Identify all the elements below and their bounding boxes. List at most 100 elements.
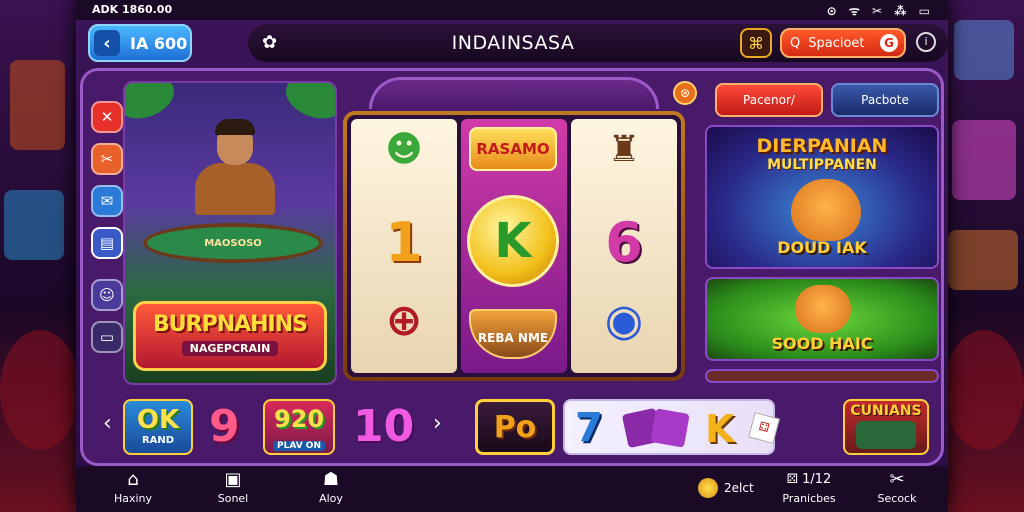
tile-cunians-title: CUNIANS [850,403,922,419]
header: ‹ IA 600 ✿ INDAINSASA ⌘ Q Spacioet G i [76,20,948,68]
reel-2: RASAMO K REBA NME [461,119,567,373]
tile-ok-title: OK [136,405,180,435]
reel-symbol-vase-icon: ♜ [607,129,641,170]
promo-count: 1/12 [802,472,832,487]
promo1-subtitle: MULTIPPANEN [767,157,877,173]
app-screen: ADK 1860.00 ⊙ ᯤ ✂ ⁂ ▭ ‹ IA 600 ✿ INDAINS… [76,0,948,512]
nav-home[interactable]: ⌂ Haxiny [98,469,168,506]
rail-button-wallet[interactable]: ▭ [91,321,123,353]
rail-button-chat[interactable]: ✉ [91,185,123,217]
info-button[interactable]: i [916,32,936,52]
status-left-text: ADK 1860.00 [92,3,173,16]
letter-k: K [705,407,735,451]
reel-symbol-bowl: REBA NME [469,309,557,359]
nav-home-label: Haxiny [113,492,153,505]
tile-920-title: 920 [273,405,325,433]
promo2-bottom-label: SOOD HAIC [771,334,873,353]
game-thumbnail-strip: ‹ OK RAND 9 920 PLAV ON 10 › Po 7 K ⚃ CU… [103,393,929,459]
coin-icon [698,478,718,498]
status-icons: ⊙ ᯤ ✂ ⁂ ▭ [826,4,934,18]
dice-icon: ⚃ [748,412,780,444]
cards-icon: ▤ [99,234,115,252]
slot-arch [369,77,659,109]
search-button[interactable]: Q Spacioet G [780,28,906,58]
game-tile-920[interactable]: 920 PLAV ON [263,399,335,455]
nav-sonel-label: Sonel [217,492,249,505]
reel-symbol-orb-icon: ◉ [604,295,644,346]
chat-icon: ✉ [100,192,114,210]
reel-3: ♜ 6 ◉ [571,119,677,373]
search-icon: Q [790,35,801,51]
red-action-button[interactable]: Pacenor/ [715,83,823,117]
user-icon: ☺ [99,286,115,304]
search-button-label: Spacioet [808,35,865,51]
game-tile-ok[interactable]: OK RAND [123,399,193,455]
cross-icon: ✕ [100,108,114,126]
slot-machine[interactable]: ☻ 1 ⊕ RASAMO K REBA NME ♜ 6 ◉ [343,111,685,381]
rail-button-close[interactable]: ✕ [91,101,123,133]
blue-action-button[interactable]: Pacbote [831,83,939,117]
banner-subtitle: NAGEPCRAIN [181,341,279,356]
card-icon [650,408,690,448]
tools-icon: ✂ [889,469,905,490]
rail-button-tools[interactable]: ✂ [91,143,123,175]
grid-menu-button[interactable]: ⌘ [740,28,772,58]
rail-button-cards[interactable]: ▤ [91,227,123,259]
number-ten[interactable]: 10 [353,401,414,452]
coin-balance: 2elct [724,481,754,495]
reel-symbol-k-coin: K [467,195,559,287]
number-seven: 7 [575,405,603,451]
reel-symbol-one: 1 [385,211,423,274]
promo-card-tiger-multiplier[interactable]: DIERPANIAN MULTIPPANEN DOUD IAK [705,125,939,269]
person-icon: ☗ [322,469,340,490]
poker-table: MAOSOSO [143,223,323,263]
scissors-icon: ✂ [100,150,114,168]
promo-card-tiger-green[interactable]: SOOD HAIC [705,277,939,361]
game-tile-cards[interactable]: 7 K ⚃ [563,399,780,455]
nav-search[interactable]: ✂ Secock [862,469,932,506]
game-lobby-frame: ✕ ✂ ✉ ▤ ☺ ▭ MAOSOSO BURPNAHINS NAGEPCRAI… [80,68,944,466]
nav-promotions[interactable]: ⚄ 1/12 Pranicbes [772,470,846,505]
nav-promotions-label: Pranicbes [782,492,836,505]
promo-card-partial[interactable] [705,369,939,383]
back-button-label: IA 600 [130,33,188,53]
tile-po-title: Po [493,410,537,445]
nav-sonel[interactable]: ▣ Sonel [198,470,268,506]
number-nine[interactable]: 9 [209,401,240,452]
nav-alay[interactable]: ☗ Aloy [296,469,366,506]
rail-button-user[interactable]: ☺ [91,279,123,311]
dealer-illustration [195,119,275,215]
table-label: MAOSOSO [204,238,262,249]
chevron-right-icon[interactable]: › [433,411,442,436]
home-icon: ⌂ [127,469,139,490]
characters-illustration [856,421,916,449]
nav-coins[interactable]: 2elct [698,478,754,498]
rasamo-badge: RASAMO [469,127,557,171]
game-tile-cunians[interactable]: CUNIANS [843,399,929,455]
reel-symbol-six: 6 [605,211,643,274]
reel-symbol-chest-icon: ⊕ [385,295,423,346]
poker-table-game-card[interactable]: MAOSOSO BURPNAHINS NAGEPCRAIN [123,81,337,385]
search-go-icon: G [880,34,898,52]
tiger-icon [791,179,861,241]
tile-920-sub: PLAV ON [273,441,325,451]
background-right [944,0,1024,512]
game-tile-po[interactable]: Po [475,399,555,455]
tiger-icon [795,285,851,333]
reel-symbol-bear-icon: ☻ [385,129,423,170]
status-bar: ADK 1860.00 ⊙ ᯤ ✂ ⁂ ▭ [76,0,948,20]
wallet-icon: ▭ [99,328,115,346]
chevron-left-icon: ‹ [94,30,120,56]
title-bar: ✿ INDAINSASA ⌘ Q Spacioet G i [248,24,948,62]
coin-badge-icon[interactable]: ⊛ [673,81,697,105]
nav-alay-label: Aloy [319,492,343,505]
left-icon-rail: ✕ ✂ ✉ ▤ ☺ ▭ [91,101,127,363]
game-banner: BURPNAHINS NAGEPCRAIN [133,301,327,371]
back-button[interactable]: ‹ IA 600 [88,24,192,62]
bottom-navigation: ⌂ Haxiny ▣ Sonel ☗ Aloy 2elct ⚄ 1/12 Pra… [76,466,948,512]
palm-leaf-left [125,83,181,127]
slot-reels: ☻ 1 ⊕ RASAMO K REBA NME ♜ 6 ◉ [347,115,681,377]
promo1-bottom-label: DOUD IAK [777,238,867,257]
banner-title: BURPNAHINS [153,312,308,337]
chevron-left-icon[interactable]: ‹ [103,411,112,436]
